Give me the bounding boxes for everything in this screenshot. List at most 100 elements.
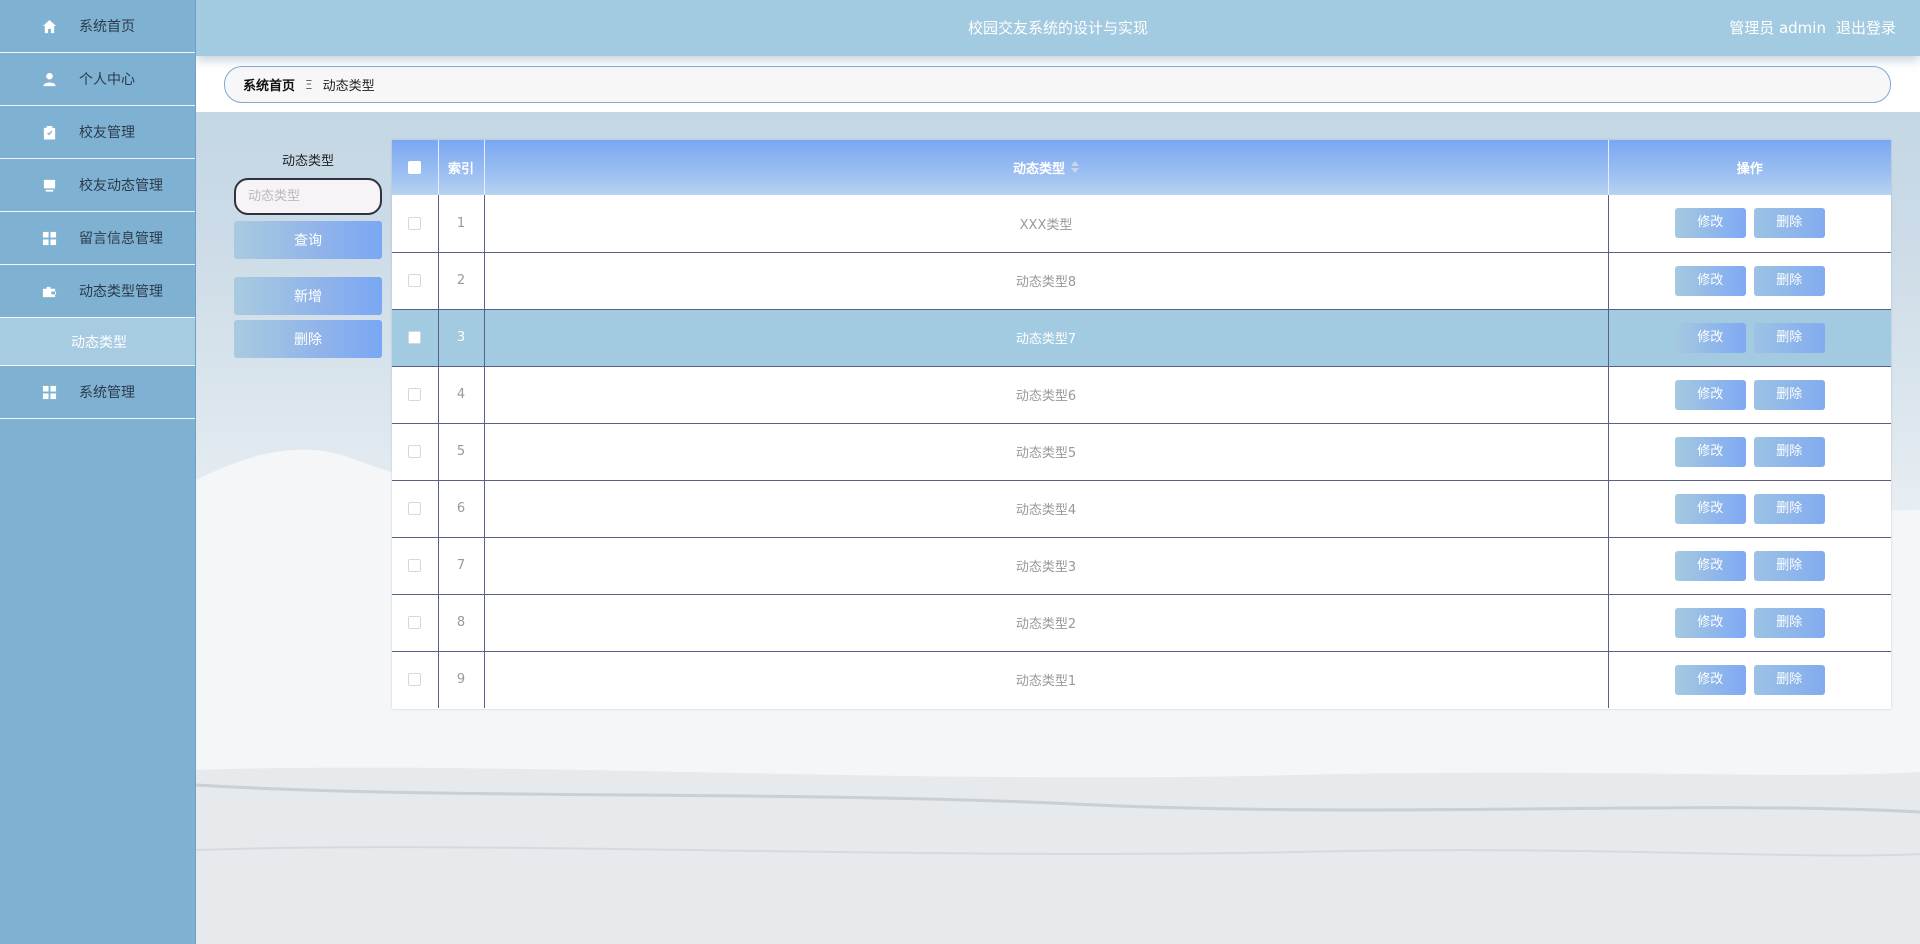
batch-delete-button[interactable]: 删除 bbox=[234, 320, 382, 358]
row-type: 动态类型2 bbox=[484, 594, 1609, 651]
sidebar-item-label: 动态类型管理 bbox=[79, 284, 163, 300]
row-type: 动态类型6 bbox=[484, 366, 1609, 423]
logout-link[interactable]: 退出登录 bbox=[1836, 0, 1896, 56]
edit-button[interactable]: 修改 bbox=[1674, 208, 1746, 239]
table-row[interactable]: 5 动态类型5 修改 删除 bbox=[392, 423, 1891, 480]
delete-button[interactable]: 删除 bbox=[1753, 493, 1825, 524]
table-body: 1 XXX类型 修改 删除 2 动态类型8 修改 删除 3 动态类型7 修改 删除 4 动态类型6 修改 删除… bbox=[392, 195, 1891, 708]
add-button[interactable]: 新增 bbox=[234, 277, 382, 315]
table-row[interactable]: 2 动态类型8 修改 删除 bbox=[392, 252, 1891, 309]
row-type: 动态类型8 bbox=[484, 252, 1609, 309]
row-type: 动态类型1 bbox=[484, 651, 1609, 708]
row-checkbox[interactable] bbox=[408, 559, 422, 572]
row-type: 动态类型3 bbox=[484, 537, 1609, 594]
grid-icon bbox=[41, 230, 57, 246]
row-checkbox[interactable] bbox=[408, 216, 422, 230]
sidebar-item-messages[interactable]: 留言信息管理 bbox=[0, 212, 195, 265]
table-row[interactable]: 7 动态类型3 修改 删除 bbox=[392, 537, 1891, 594]
select-all-cell bbox=[392, 140, 439, 195]
home-icon bbox=[41, 18, 57, 34]
row-select-cell bbox=[392, 366, 439, 423]
monitor-icon bbox=[41, 177, 57, 193]
sidebar-item-system[interactable]: 系统管理 bbox=[0, 366, 195, 419]
row-checkbox[interactable] bbox=[408, 388, 422, 401]
row-actions: 修改 删除 bbox=[1608, 252, 1891, 309]
edit-button[interactable]: 修改 bbox=[1674, 265, 1746, 296]
row-index: 5 bbox=[438, 423, 485, 480]
sidebar-item-alumni[interactable]: 校友管理 bbox=[0, 106, 195, 159]
edit-button[interactable]: 修改 bbox=[1674, 379, 1746, 410]
breadcrumb-home[interactable]: 系统首页 bbox=[243, 75, 295, 94]
sort-icon[interactable] bbox=[1071, 161, 1079, 177]
table-row[interactable]: 6 动态类型4 修改 删除 bbox=[392, 480, 1891, 537]
column-header-index: 索引 bbox=[438, 140, 485, 195]
row-select-cell bbox=[392, 651, 439, 708]
table-row[interactable]: 9 动态类型1 修改 删除 bbox=[392, 651, 1891, 708]
delete-button[interactable]: 删除 bbox=[1753, 379, 1825, 410]
sidebar: 系统首页 个人中心 校友管理 校友动态管理 留言信息管理 动态类型管理 动态类型 bbox=[0, 0, 196, 944]
row-actions: 修改 删除 bbox=[1608, 594, 1891, 651]
search-label: 动态类型 bbox=[281, 154, 334, 169]
sidebar-item-home[interactable]: 系统首页 bbox=[0, 0, 195, 53]
briefcase-icon bbox=[41, 283, 57, 299]
query-button[interactable]: 查询 bbox=[234, 221, 382, 259]
row-select-cell bbox=[392, 309, 439, 366]
row-actions: 修改 删除 bbox=[1608, 195, 1891, 252]
delete-button[interactable]: 删除 bbox=[1753, 664, 1825, 695]
select-all-checkbox[interactable] bbox=[408, 161, 422, 174]
delete-button[interactable]: 删除 bbox=[1753, 607, 1825, 638]
edit-button[interactable]: 修改 bbox=[1674, 550, 1746, 581]
sidebar-item-post-types[interactable]: 动态类型管理 bbox=[0, 265, 195, 318]
clipboard-icon bbox=[41, 124, 57, 140]
sidebar-item-label: 校友管理 bbox=[79, 125, 135, 141]
row-type: 动态类型5 bbox=[484, 423, 1609, 480]
row-actions: 修改 删除 bbox=[1608, 537, 1891, 594]
edit-button[interactable]: 修改 bbox=[1674, 436, 1746, 467]
data-table: 索引 动态类型 操作 1 XXX类型 修改 删除 2 动态类型8 修改 删除 3 动态类型7 修改删… bbox=[392, 140, 1891, 709]
row-actions: 修改 删除 bbox=[1608, 309, 1891, 366]
delete-button[interactable]: 删除 bbox=[1753, 265, 1825, 296]
row-checkbox[interactable] bbox=[408, 673, 422, 687]
row-type: 动态类型7 bbox=[484, 309, 1609, 366]
table-row[interactable]: 3 动态类型7 修改 删除 bbox=[392, 309, 1891, 366]
table-row[interactable]: 1 XXX类型 修改 删除 bbox=[392, 195, 1891, 252]
edit-button[interactable]: 修改 bbox=[1674, 322, 1746, 353]
row-select-cell bbox=[392, 195, 439, 252]
row-checkbox[interactable] bbox=[408, 445, 422, 458]
row-checkbox[interactable] bbox=[408, 274, 422, 287]
row-type: 动态类型4 bbox=[484, 480, 1609, 537]
delete-button[interactable]: 删除 bbox=[1753, 436, 1825, 467]
app-title: 校园交友系统的设计与实现 bbox=[967, 19, 1148, 37]
delete-button[interactable]: 删除 bbox=[1753, 322, 1825, 353]
user-icon bbox=[41, 71, 57, 87]
sidebar-item-profile[interactable]: 个人中心 bbox=[0, 53, 195, 106]
search-input[interactable] bbox=[234, 178, 382, 215]
delete-button[interactable]: 删除 bbox=[1753, 208, 1825, 239]
column-header-type-label: 动态类型 bbox=[1012, 161, 1065, 177]
row-checkbox[interactable] bbox=[408, 616, 422, 629]
row-index: 6 bbox=[438, 480, 485, 537]
sidebar-item-label: 校友动态管理 bbox=[79, 178, 163, 194]
breadcrumb-separator: Ξ bbox=[305, 77, 313, 92]
row-index: 7 bbox=[438, 537, 485, 594]
edit-button[interactable]: 修改 bbox=[1674, 664, 1746, 695]
sidebar-subitem-post-type[interactable]: 动态类型 bbox=[0, 318, 195, 366]
row-select-cell bbox=[392, 480, 439, 537]
row-index: 9 bbox=[438, 651, 485, 708]
table-row[interactable]: 8 动态类型2 修改 删除 bbox=[392, 594, 1891, 651]
user-area: 管理员 admin 退出登录 bbox=[1729, 0, 1896, 56]
delete-button[interactable]: 删除 bbox=[1753, 550, 1825, 581]
column-header-type[interactable]: 动态类型 bbox=[484, 140, 1609, 195]
edit-button[interactable]: 修改 bbox=[1674, 493, 1746, 524]
edit-button[interactable]: 修改 bbox=[1674, 607, 1746, 638]
row-actions: 修改 删除 bbox=[1608, 651, 1891, 708]
breadcrumb-current: 动态类型 bbox=[322, 79, 375, 94]
row-checkbox[interactable] bbox=[408, 331, 422, 344]
table-row[interactable]: 4 动态类型6 修改 删除 bbox=[392, 366, 1891, 423]
sidebar-item-alumni-posts[interactable]: 校友动态管理 bbox=[0, 159, 195, 212]
row-checkbox[interactable] bbox=[408, 502, 422, 515]
breadcrumb: 系统首页 Ξ 动态类型 bbox=[224, 66, 1891, 103]
row-select-cell bbox=[392, 537, 439, 594]
breadcrumb-strip: 系统首页 Ξ 动态类型 bbox=[196, 56, 1920, 112]
sidebar-item-label: 留言信息管理 bbox=[79, 231, 163, 247]
